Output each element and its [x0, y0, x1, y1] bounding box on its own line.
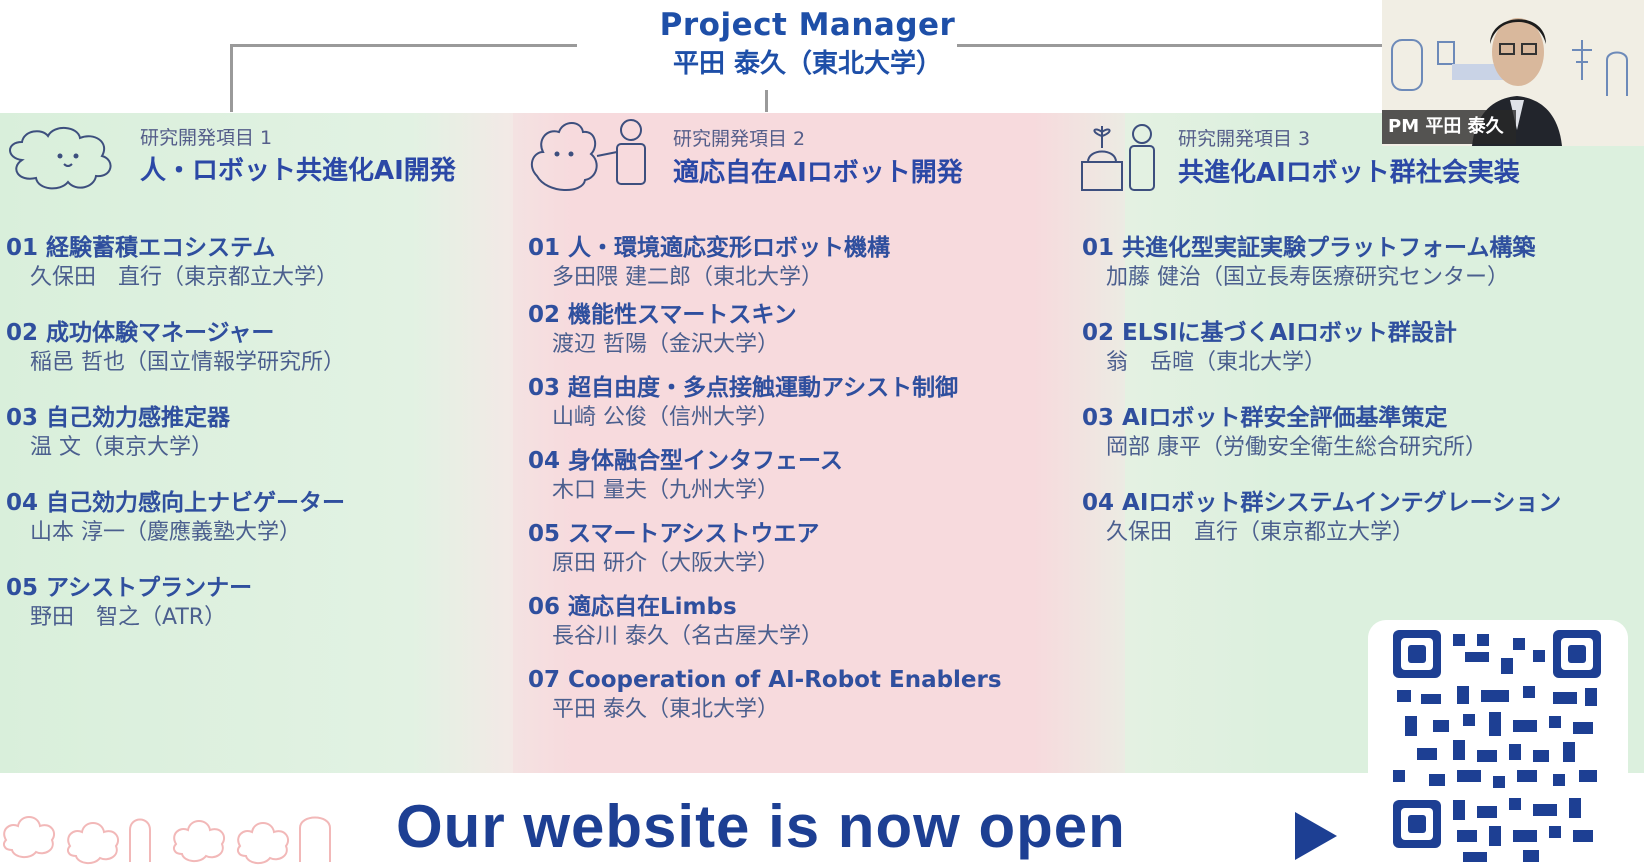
- item-heading: 05 スマートアシストウエア: [528, 521, 820, 547]
- arrow-right-icon: [1295, 812, 1337, 860]
- connector-line-center-drop: [765, 90, 768, 112]
- item-person: 稲邑 哲也（国立情報学研究所）: [30, 350, 345, 375]
- item-person: 山本 淳一（慶應義塾大学）: [30, 520, 301, 545]
- column-2-item: 05 スマートアシストウエア 原田 研介（大阪大学）: [528, 520, 819, 578]
- column-3-item: 03 AIロボット群安全評価基準策定 岡部 康平（労働安全衛生総合研究所）: [1082, 404, 1487, 462]
- item-person: 翁 岳暄（東北大学）: [1106, 350, 1327, 375]
- mascot-row-decoration-icon: [3, 816, 331, 864]
- column-2-item: 04 身体融合型インタフェース 木口 量夫（九州大学）: [528, 447, 843, 505]
- item-heading: 02 成功体験マネージャー: [6, 320, 275, 346]
- item-person: 岡部 康平（労働安全衛生総合研究所）: [1106, 435, 1487, 460]
- column-2-item: 02 機能性スマートスキン 渡辺 哲陽（金沢大学）: [528, 301, 797, 359]
- item-heading: 02 ELSIに基づくAIロボット群設計: [1082, 320, 1457, 346]
- item-heading: 01 共進化型実証実験プラットフォーム構築: [1082, 235, 1536, 261]
- column-3-item: 04 AIロボット群システムインテグレーション 久保田 直行（東京都立大学）: [1082, 489, 1644, 547]
- participant-name-label: PM 平田 泰久: [1382, 110, 1516, 144]
- connector-line-left: [230, 44, 577, 47]
- item-heading: 05 アシストプランナー: [6, 575, 253, 601]
- column-2-label: 研究開発項目 2: [673, 128, 806, 150]
- item-heading: 07 Cooperation of AI-Robot Enablers: [528, 667, 1002, 693]
- item-heading: 01 人・環境適応変形ロボット機構: [528, 235, 891, 261]
- column-1-item: 05 アシストプランナー 野田 智之（ATR）: [6, 574, 252, 632]
- connector-line-left-drop: [230, 44, 233, 112]
- mascot-garden-icon: [1081, 124, 1155, 191]
- project-manager-title: Project Manager: [659, 7, 956, 43]
- column-2-item: 01 人・環境適応変形ロボット機構 多田隈 建二郎（東北大学）: [528, 234, 890, 292]
- item-person: 渡辺 哲陽（金沢大学）: [552, 332, 779, 357]
- column-3-item: 01 共進化型実証実験プラットフォーム構築 加藤 健治（国立長寿医療研究センター…: [1082, 234, 1535, 292]
- project-manager-name: 平田 泰久（東北大学）: [672, 49, 943, 79]
- column-1-item: 01 経験蓄積エコシステム 久保田 直行（東京都立大学）: [6, 234, 338, 292]
- mascot-robot-icon: [530, 119, 646, 192]
- column-2-item: 03 超自由度・多点接触運動アシスト制御 山崎 公俊（信州大学）: [528, 374, 958, 432]
- column-3-title: 共進化AIロボット群社会実装: [1178, 158, 1520, 188]
- item-person: 長谷川 泰久（名古屋大学）: [552, 624, 823, 649]
- column-3-item: 02 ELSIに基づくAIロボット群設計 翁 岳暄（東北大学）: [1082, 319, 1457, 377]
- column-1-item: 02 成功体験マネージャー 稲邑 哲也（国立情報学研究所）: [6, 319, 345, 377]
- qr-code-panel: [1368, 620, 1628, 866]
- column-1-label: 研究開発項目 1: [140, 127, 273, 149]
- item-heading: 01 経験蓄積エコシステム: [6, 235, 276, 261]
- item-heading: 04 身体融合型インタフェース: [528, 448, 843, 474]
- column-1-title: 人・ロボット共進化AI開発: [140, 156, 456, 186]
- item-person: 平田 泰久（東北大学）: [552, 697, 779, 722]
- project-manager-header: Project Manager 平田 泰久（東北大学）: [600, 2, 1015, 80]
- column-1-item: 04 自己効力感向上ナビゲーター 山本 淳一（慶應義塾大学）: [6, 489, 345, 547]
- item-heading: 04 自己効力感向上ナビゲーター: [6, 490, 346, 516]
- item-person: 加藤 健治（国立長寿医療研究センター）: [1106, 265, 1509, 290]
- column-2-title: 適応自在AIロボット開発: [673, 158, 963, 188]
- item-heading: 03 AIロボット群安全評価基準策定: [1082, 405, 1448, 431]
- column-3-label: 研究開発項目 3: [1178, 128, 1311, 150]
- item-person: 久保田 直行（東京都立大学）: [1106, 520, 1415, 545]
- item-person: 原田 研介（大阪大学）: [552, 551, 779, 576]
- item-heading: 03 超自由度・多点接触運動アシスト制御: [528, 375, 959, 401]
- item-person: 野田 智之（ATR）: [30, 605, 227, 630]
- website-banner-text: Our website is now open: [396, 793, 1126, 860]
- item-person: 温 文（東京大学）: [30, 435, 213, 460]
- item-heading: 04 AIロボット群システムインテグレーション: [1082, 490, 1562, 516]
- item-person: 久保田 直行（東京都立大学）: [30, 265, 339, 290]
- item-heading: 06 適応自在Limbs: [528, 594, 737, 620]
- column-1-item: 03 自己効力感推定器 温 文（東京大学）: [6, 404, 230, 462]
- qr-code-icon[interactable]: [1393, 630, 1601, 866]
- connector-line-right: [957, 44, 1382, 47]
- item-heading: 03 自己効力感推定器: [6, 405, 231, 431]
- item-person: 山崎 公俊（信州大学）: [552, 405, 779, 430]
- mascot-cloud-icon: [9, 127, 112, 190]
- item-person: 多田隈 建二郎（東北大学）: [552, 265, 823, 290]
- item-person: 木口 量夫（九州大学）: [552, 478, 779, 503]
- item-heading: 02 機能性スマートスキン: [528, 302, 797, 328]
- column-2-item: 07 Cooperation of AI-Robot Enablers 平田 泰…: [528, 666, 1002, 724]
- column-2-item: 06 適応自在Limbs 長谷川 泰久（名古屋大学）: [528, 593, 823, 651]
